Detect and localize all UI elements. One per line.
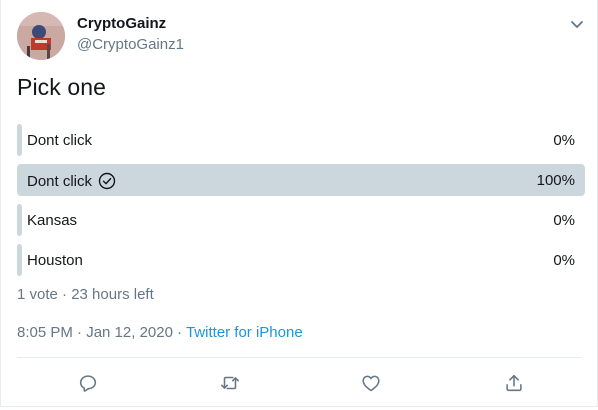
poll-option-percent: 0%	[553, 252, 575, 269]
tweet-text: Pick one	[17, 74, 107, 100]
poll-option-selected[interactable]: Dont click 100%	[17, 164, 585, 196]
poll-option-label: Dont click	[27, 172, 93, 190]
avatar-image	[17, 12, 65, 60]
poll-option-label: Dont click	[27, 132, 93, 149]
more-options-caret-icon[interactable]	[567, 14, 587, 34]
poll-bar	[17, 244, 22, 276]
avatar[interactable]	[17, 12, 65, 60]
divider	[17, 357, 581, 358]
poll-option-percent: 0%	[553, 132, 575, 149]
poll-option-label: Kansas	[27, 212, 78, 229]
share-icon[interactable]	[503, 372, 525, 394]
reply-icon[interactable]	[77, 372, 99, 394]
poll-option[interactable]: Houston 0%	[17, 244, 585, 276]
tweet-source-link[interactable]: Twitter for iPhone	[186, 324, 303, 341]
retweet-icon[interactable]	[219, 372, 241, 394]
poll: Dont click 0% Dont click 100% Kansas 0%	[17, 124, 585, 284]
poll-option-label: Houston	[27, 252, 83, 269]
poll-bar	[17, 124, 22, 156]
poll-meta: 1 vote · 23 hours left	[17, 286, 154, 303]
timestamp-row: 8:05 PM · Jan 12, 2020 · Twitter for iPhon…	[17, 324, 303, 341]
poll-option[interactable]: Dont click 0%	[17, 124, 585, 156]
poll-option-percent: 100%	[536, 172, 575, 189]
timestamp-separator: ·	[176, 324, 182, 341]
check-circle-icon	[98, 172, 116, 190]
like-icon[interactable]	[360, 372, 382, 394]
poll-bar	[17, 204, 22, 236]
poll-option[interactable]: Kansas 0%	[17, 204, 585, 236]
author-display-name[interactable]: CryptoGainz	[77, 15, 166, 32]
tweet-card: CryptoGainz @CryptoGainz1 Pick one Dont …	[0, 0, 598, 407]
author-handle[interactable]: @CryptoGainz1	[77, 36, 184, 53]
poll-option-percent: 0%	[553, 212, 575, 229]
tweet-timestamp[interactable]: 8:05 PM · Jan 12, 2020	[17, 324, 173, 341]
